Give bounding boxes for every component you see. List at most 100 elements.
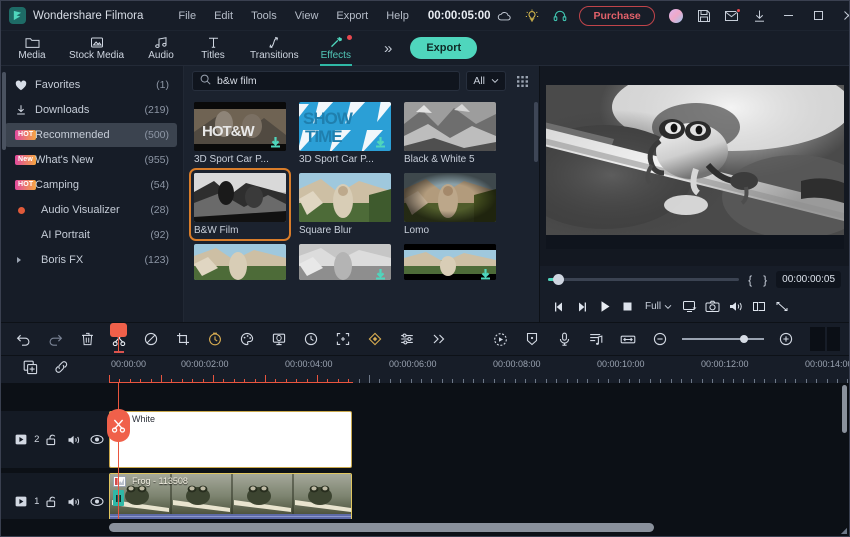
- maximize-button[interactable]: [804, 1, 834, 31]
- fit-timeline-icon[interactable]: [612, 323, 644, 355]
- avatar[interactable]: [662, 1, 690, 31]
- color-icon[interactable]: [231, 323, 263, 355]
- zoom-slider[interactable]: [682, 335, 764, 343]
- lock-icon[interactable]: [39, 495, 62, 508]
- speed-icon[interactable]: [199, 323, 231, 355]
- voiceover-icon[interactable]: [548, 323, 580, 355]
- download-icon[interactable]: [746, 1, 774, 31]
- download-effect-icon[interactable]: [375, 135, 386, 148]
- search-box[interactable]: [192, 71, 461, 91]
- sidebar-item-boris-fx[interactable]: Boris FX (123): [5, 248, 177, 272]
- purchase-button[interactable]: Purchase: [579, 5, 655, 26]
- effect-cell[interactable]: Lomo: [404, 173, 496, 236]
- eye-icon[interactable]: [86, 496, 109, 507]
- close-button[interactable]: [834, 1, 849, 31]
- timeline-ruler[interactable]: 00:00:00 00:00:02:00 00:00:04:00 00:00:0…: [109, 356, 849, 383]
- export-button[interactable]: Export: [410, 37, 478, 59]
- link-icon[interactable]: [54, 360, 69, 379]
- undo-icon[interactable]: [7, 323, 39, 355]
- tab-titles[interactable]: Titles: [187, 31, 239, 66]
- prev-frame-button[interactable]: [548, 296, 569, 318]
- more-chevrons-icon[interactable]: [423, 323, 455, 355]
- screen-icon[interactable]: [679, 296, 700, 318]
- effect-cell-selected[interactable]: B&W Film: [189, 168, 291, 241]
- auto-reframe-icon[interactable]: [327, 323, 359, 355]
- delete-icon[interactable]: [71, 323, 103, 355]
- add-to-project-icon[interactable]: [23, 360, 38, 380]
- lock-icon[interactable]: [39, 433, 62, 446]
- playhead[interactable]: [107, 383, 130, 519]
- search-input[interactable]: [217, 75, 453, 87]
- effect-cell[interactable]: HOT&W 3D Sport Car P...: [194, 102, 286, 165]
- effect-cell[interactable]: SHOW TIME 3D Sport Car P...: [299, 102, 391, 165]
- menu-tools[interactable]: Tools: [242, 7, 286, 25]
- menu-edit[interactable]: Edit: [205, 7, 242, 25]
- playhead-handle[interactable]: [110, 323, 127, 337]
- green-screen-icon[interactable]: [263, 323, 295, 355]
- effect-cell[interactable]: Black & White 5: [404, 102, 496, 165]
- minimize-button[interactable]: [774, 1, 804, 31]
- effect-cell[interactable]: [194, 244, 286, 280]
- timeline-hscrollbar[interactable]: [109, 523, 654, 532]
- menu-help[interactable]: Help: [377, 7, 418, 25]
- download-effect-icon[interactable]: [480, 267, 491, 280]
- render-preview-icon[interactable]: [484, 323, 516, 355]
- sidebar-item-recommended[interactable]: HOT Recommended (500): [5, 123, 177, 147]
- next-frame-button[interactable]: [571, 296, 592, 318]
- play-button[interactable]: [594, 296, 615, 318]
- preview-canvas[interactable]: [545, 85, 844, 249]
- eye-icon[interactable]: [86, 434, 109, 445]
- split-screen-icon[interactable]: [748, 296, 769, 318]
- keyframe-icon[interactable]: [359, 323, 391, 355]
- headphone-icon[interactable]: [546, 1, 574, 31]
- mark-out-button[interactable]: }: [761, 273, 769, 287]
- clip-frog[interactable]: Frog - 113508: [109, 473, 352, 519]
- grid-view-icon[interactable]: [512, 75, 531, 88]
- bulb-icon[interactable]: [518, 1, 546, 31]
- timeline-vscrollbar[interactable]: [842, 385, 847, 433]
- mute-icon[interactable]: [63, 434, 86, 446]
- sidebar-item-whats-new[interactable]: New What's New (955): [5, 148, 177, 172]
- tab-audio[interactable]: Audio: [135, 31, 187, 66]
- menu-export[interactable]: Export: [327, 7, 377, 25]
- adjust-sliders-icon[interactable]: [391, 323, 423, 355]
- sidebar-item-downloads[interactable]: Downloads (219): [5, 98, 177, 122]
- tab-media[interactable]: Media: [6, 31, 58, 66]
- sidebar-scrollbar[interactable]: [2, 72, 6, 150]
- effect-cell[interactable]: [404, 244, 496, 280]
- redo-icon[interactable]: [39, 323, 71, 355]
- expand-arrow-icon[interactable]: [15, 256, 35, 264]
- sidebar-item-audio-visualizer[interactable]: Audio Visualizer (28): [5, 198, 177, 222]
- zoom-in-icon[interactable]: [770, 323, 802, 355]
- mute-icon[interactable]: [63, 496, 86, 508]
- more-tabs-button[interactable]: »: [374, 40, 400, 57]
- mark-in-button[interactable]: {: [746, 273, 754, 287]
- mail-icon[interactable]: [718, 1, 746, 31]
- download-effect-icon[interactable]: [375, 267, 386, 280]
- download-effect-icon[interactable]: [270, 135, 281, 148]
- cloud-icon[interactable]: [490, 1, 518, 31]
- sidebar-item-favorites[interactable]: Favorites (1): [5, 73, 177, 97]
- quality-dropdown[interactable]: Full: [645, 301, 672, 312]
- zoom-slider-handle[interactable]: [740, 335, 748, 343]
- clip-white[interactable]: White: [109, 411, 352, 468]
- save-icon[interactable]: [690, 1, 718, 31]
- crop-icon[interactable]: [167, 323, 199, 355]
- tab-effects[interactable]: Effects: [310, 31, 362, 66]
- sidebar-item-camping[interactable]: HOT Camping (54): [5, 173, 177, 197]
- audio-mixer-icon[interactable]: [580, 323, 612, 355]
- track-1-body[interactable]: Frog - 113508: [109, 473, 849, 519]
- resize-grip[interactable]: ◢: [841, 526, 847, 535]
- effect-cell[interactable]: [299, 244, 391, 280]
- sidebar-item-ai-portrait[interactable]: AI Portrait (92): [5, 223, 177, 247]
- zoom-out-icon[interactable]: [644, 323, 676, 355]
- stop-button[interactable]: [617, 296, 638, 318]
- tab-transitions[interactable]: Transitions: [239, 31, 310, 66]
- seek-handle[interactable]: [553, 274, 564, 285]
- mask-icon[interactable]: [135, 323, 167, 355]
- menu-file[interactable]: File: [169, 7, 205, 25]
- tab-stock-media[interactable]: Stock Media: [58, 31, 135, 66]
- fullscreen-icon[interactable]: [771, 296, 792, 318]
- seek-slider[interactable]: [548, 274, 740, 285]
- panel-toggle-icon[interactable]: [810, 327, 843, 351]
